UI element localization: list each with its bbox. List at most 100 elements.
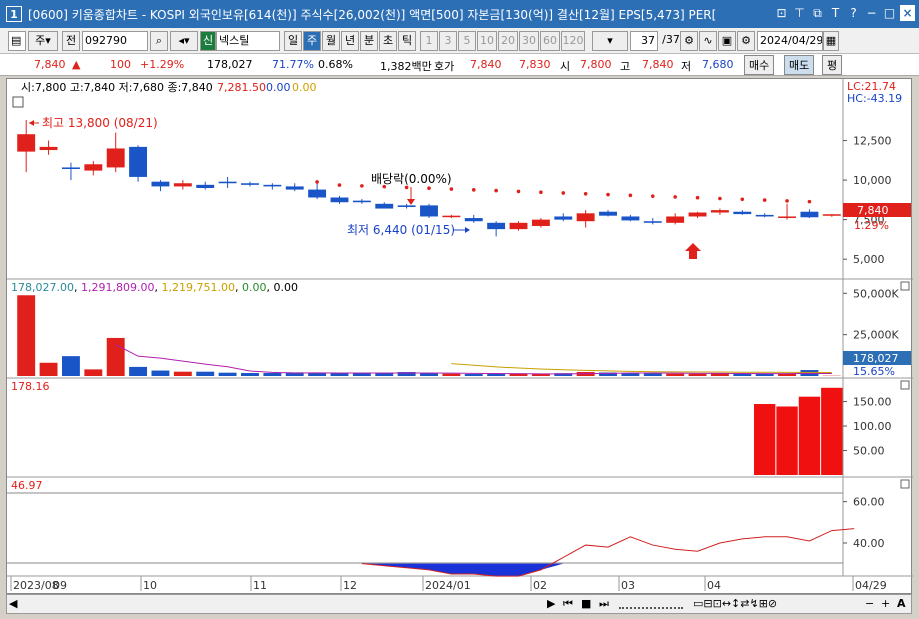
tab-minute[interactable]: 분 xyxy=(360,31,378,51)
change-percent: +1.29% xyxy=(140,58,185,71)
volume-bar xyxy=(129,366,148,376)
volume-tag-text: 178,027 xyxy=(853,352,899,365)
font-icon[interactable]: T xyxy=(828,5,843,21)
tab-second[interactable]: 초 xyxy=(379,31,397,51)
candle-body xyxy=(666,216,685,223)
interval-120[interactable]: 120 xyxy=(561,31,585,51)
change-pct-tag: 1.29% xyxy=(854,219,889,232)
indicator-bar xyxy=(753,404,776,475)
pin-icon[interactable]: ⊤ xyxy=(792,5,807,21)
interval-1[interactable]: 1 xyxy=(420,31,438,51)
chart-menu-icon[interactable]: ▤ xyxy=(8,31,26,51)
stop-icon[interactable]: ■ xyxy=(581,597,591,610)
calendar-icon[interactable]: ▦ xyxy=(823,31,839,51)
speaker-icon[interactable]: ◂▾ xyxy=(170,31,198,51)
quote-bar: 7,840 ▲ 100 +1.29% 178,027 71.77% 0.68% … xyxy=(0,54,919,76)
rsi-yaxis: 60.00 40.00 xyxy=(843,496,885,550)
volume-ma-line xyxy=(115,344,832,375)
interval-20[interactable]: 20 xyxy=(498,31,518,51)
settings-icon[interactable]: ⚙ xyxy=(737,31,755,51)
x-tick-label: 11 xyxy=(253,579,267,592)
grid-icon[interactable] xyxy=(12,96,24,108)
buy-button[interactable]: 매수 xyxy=(744,55,775,75)
tab-day[interactable]: 일 xyxy=(284,31,302,51)
stock-type-badge: 신 xyxy=(200,31,216,51)
tab-year[interactable]: 년 xyxy=(341,31,359,51)
count-input[interactable]: 37 xyxy=(630,31,658,51)
candle-body xyxy=(531,219,550,226)
period-select[interactable]: 주▾ xyxy=(28,31,58,51)
maximize-icon[interactable]: □ xyxy=(882,5,897,21)
scrollbar[interactable]: ◀ ▶ ⏮ ■ ⏭ ▭⊟⊡↔↕⇄↯⊞⊘ − + A xyxy=(6,594,912,614)
dividend-dot xyxy=(650,194,655,198)
help-icon[interactable]: ? xyxy=(846,5,861,21)
rsi-tick-label: 40.00 xyxy=(853,537,885,550)
volume-tick-label: 50,000K xyxy=(853,287,899,300)
trend-icon[interactable]: ∿ xyxy=(699,31,717,51)
scroll-right-icon[interactable]: ▶ xyxy=(547,597,555,610)
candle-body xyxy=(420,205,438,217)
dividend-dot xyxy=(539,190,543,194)
candle-body xyxy=(822,214,841,216)
interval-3[interactable]: 3 xyxy=(439,31,457,51)
tool-icons[interactable]: ▭⊟⊡↔↕⇄↯⊞⊘ xyxy=(693,597,777,610)
tab-tick[interactable]: 틱 xyxy=(398,31,416,51)
save-icon[interactable]: ▣ xyxy=(718,31,736,51)
open-label: 시 xyxy=(560,60,571,73)
interval-60[interactable]: 60 xyxy=(540,31,560,51)
dividend-dot xyxy=(606,192,610,197)
high-label: 고 xyxy=(620,60,631,73)
volume-bars xyxy=(17,295,841,376)
auto-scale-icon[interactable]: A xyxy=(897,597,906,610)
up-arrow-icon: ▲ xyxy=(72,58,81,71)
zoom-in-icon[interactable]: + xyxy=(881,597,890,610)
volume-bar xyxy=(733,373,752,376)
stock-code-input[interactable]: 092790 xyxy=(82,31,148,51)
indicator-tick-label: 100.00 xyxy=(853,420,892,433)
forward-icon[interactable]: ⏭ xyxy=(599,597,609,611)
price-change: 100 xyxy=(110,58,131,71)
low-label: 저 xyxy=(681,60,692,73)
close-icon[interactable]: × xyxy=(900,5,915,21)
high-price: 7,840 xyxy=(642,58,674,71)
tab-month[interactable]: 월 xyxy=(322,31,340,51)
stock-name-field[interactable]: 넥스틸 xyxy=(216,31,280,51)
dock-icon[interactable]: ⊡ xyxy=(774,5,789,21)
interval-input[interactable]: ▾ xyxy=(592,31,628,51)
dividend-dot xyxy=(494,188,498,193)
interval-5[interactable]: 5 xyxy=(458,31,476,51)
candle-body xyxy=(710,210,729,213)
sell-button[interactable]: 매도 xyxy=(784,55,815,75)
search-icon[interactable]: ⌕ xyxy=(150,31,168,51)
x-tick-label: 04 xyxy=(707,579,721,592)
indicator-panel-close[interactable] xyxy=(900,380,910,390)
play-icon[interactable]: ⏮ xyxy=(563,597,573,611)
date-input[interactable]: 2024/04/29 xyxy=(757,31,823,51)
title-bar: 1 [0600] 키움종합차트 - KOSPI 외국인보유[614(천)] 주식… xyxy=(0,0,919,28)
candle-body xyxy=(39,146,58,151)
interval-30[interactable]: 30 xyxy=(519,31,539,51)
zoom-out-icon[interactable]: − xyxy=(865,597,874,610)
scroll-left-icon[interactable]: ◀ xyxy=(9,597,17,610)
eval-button[interactable]: 평 xyxy=(822,55,843,75)
volume-ma-lines xyxy=(115,344,832,375)
x-axis: 2023/0809 10 11 12 2024/01 02 03 04 04/29 xyxy=(10,576,887,592)
minimize-icon[interactable]: − xyxy=(864,5,879,21)
chart-type-icon[interactable]: ⚙ xyxy=(680,31,698,51)
volume-panel-close[interactable] xyxy=(900,281,910,291)
interval-10[interactable]: 10 xyxy=(477,31,497,51)
candle-body xyxy=(352,200,371,203)
restore-icon[interactable]: ⧉ xyxy=(810,5,825,21)
chart-svg[interactable]: 시:7,800 고:7,840 저:7,680 종:7,840 7,281.50… xyxy=(7,79,913,595)
chart-area[interactable]: 시:7,800 고:7,840 저:7,680 종:7,840 7,281.50… xyxy=(6,78,913,595)
dividend-dot xyxy=(628,193,633,198)
hc-value: HC:-43.19 xyxy=(847,92,902,105)
candle-body xyxy=(599,211,617,216)
tab-week[interactable]: 주 xyxy=(303,31,321,51)
candle-body xyxy=(263,184,282,187)
rsi-legend: 46.97 xyxy=(11,479,43,492)
zoom-slider[interactable] xyxy=(619,597,683,609)
x-tick-label: 10 xyxy=(143,579,157,592)
rsi-panel-close[interactable] xyxy=(900,479,910,489)
market-select[interactable]: 전 xyxy=(62,31,80,51)
